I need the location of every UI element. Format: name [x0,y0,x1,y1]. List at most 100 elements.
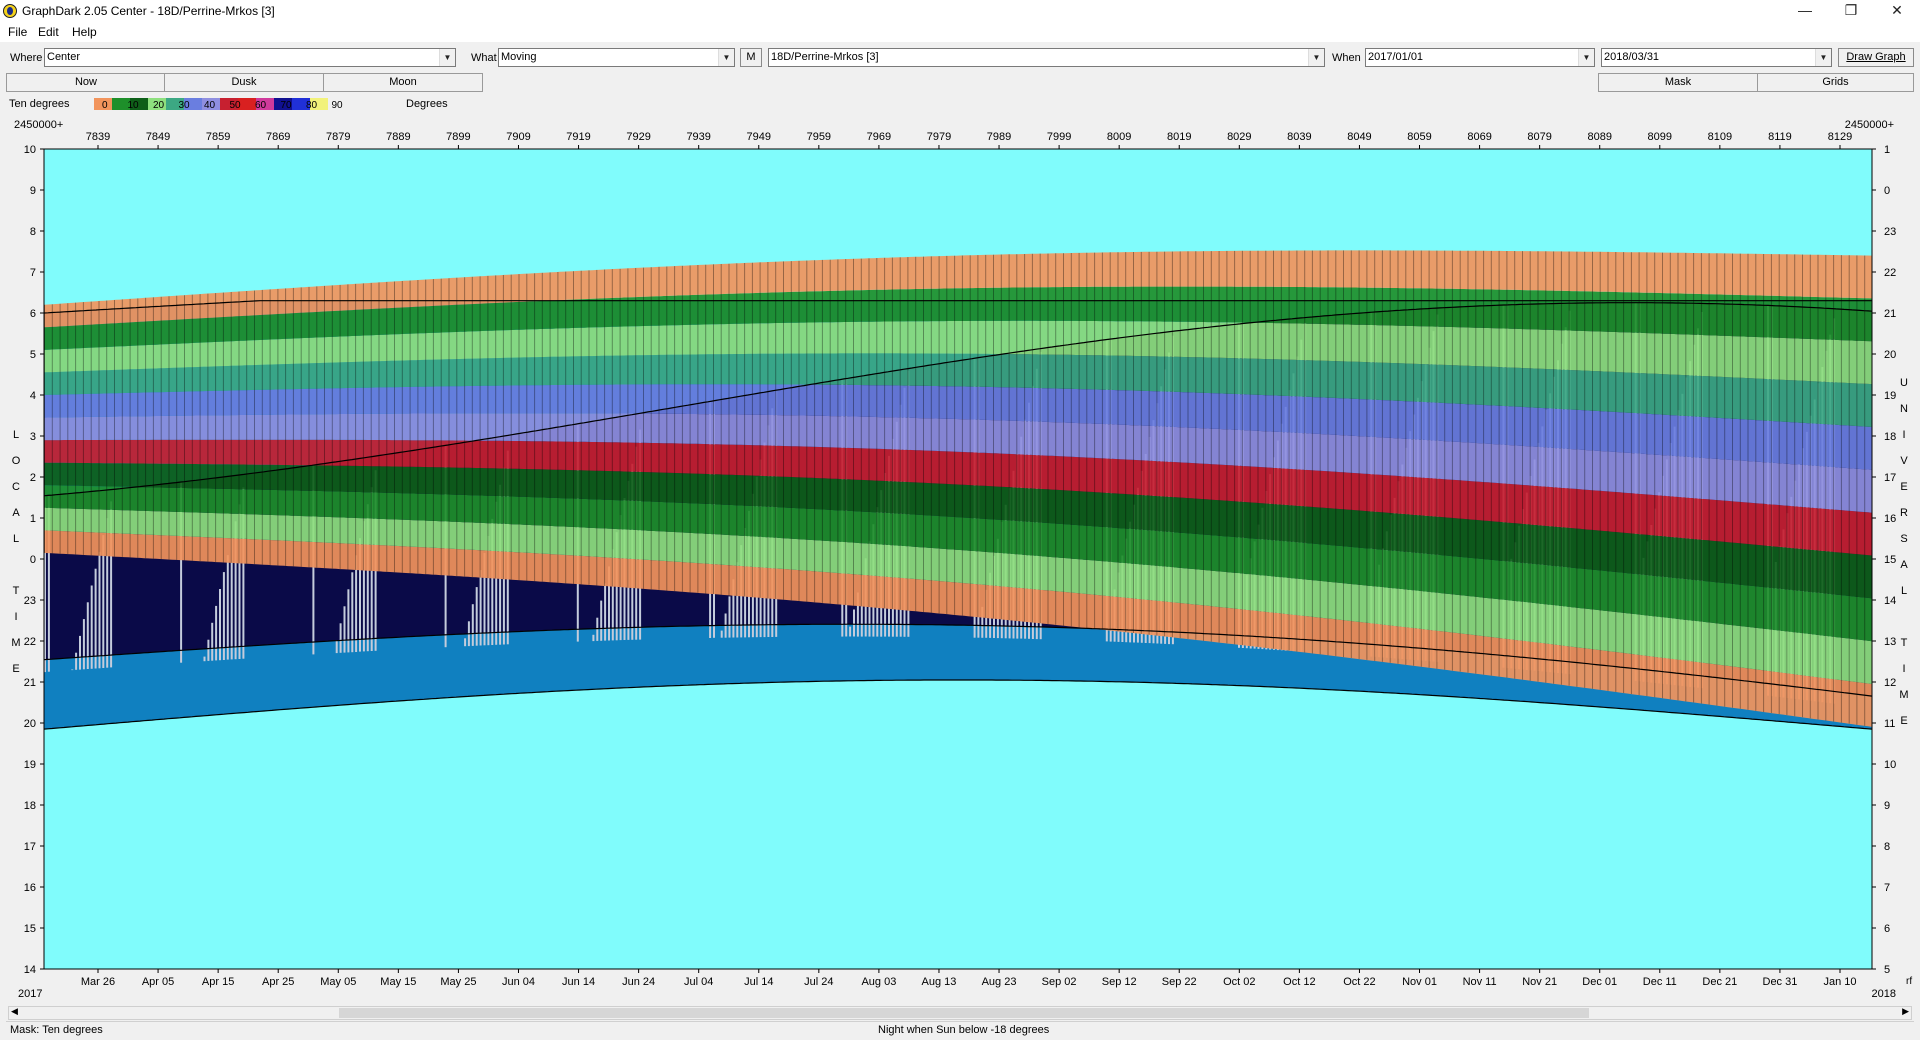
now-button[interactable]: Now [6,73,166,92]
chevron-down-icon[interactable]: ▼ [718,49,734,66]
moon-button[interactable]: Moon [323,73,483,92]
right-edge-label: rf [1906,976,1912,987]
band-stripe [1724,253,1726,707]
color-legend: Ten degrees 0 10 20 30 40 50 60 70 80 90 Degrees [6,96,1914,112]
date-tick-label: Jul 14 [744,976,773,988]
date-tick-label: Mar 26 [81,976,115,988]
dusk-button[interactable]: Dusk [164,73,324,92]
chevron-down-icon[interactable]: ▼ [1308,49,1324,66]
horizontal-scrollbar[interactable]: ◀ ▶ [8,1006,1912,1020]
legend-label: Ten degrees [9,98,70,110]
jd-tick-label: 7849 [146,131,170,143]
band-stripe [1490,250,1492,676]
jd-tick-label: 8099 [1648,131,1672,143]
start-date-value: 2017/01/01 [1368,51,1424,63]
band-stripe [1117,252,1119,632]
start-date-select[interactable]: 2017/01/01 ▼ [1365,48,1595,67]
band-stripe [269,289,271,565]
moon-stripe [596,617,599,641]
jd-tick-label: 7959 [807,131,831,143]
band-stripe [378,282,380,572]
band-stripe [215,293,217,562]
band-stripe [1662,252,1663,699]
band-stripe [666,266,668,591]
band-stripe [783,261,784,600]
year-left: 2017 [18,988,42,1000]
scroll-left-icon[interactable]: ◀ [11,1006,18,1017]
menu-edit[interactable]: Edit [38,25,59,39]
jd-tick-label: 8129 [1828,131,1852,143]
band-stripe [954,255,956,615]
band-stripe [1459,250,1461,672]
band-stripe [1397,250,1399,664]
minimize-button[interactable]: — [1782,0,1828,22]
band-stripe [300,287,302,567]
moon-stripe [720,630,723,638]
left-axis-title-letter: M [11,637,20,649]
grids-button[interactable]: Grids [1757,73,1914,92]
jd-tick-label: 8009 [1107,131,1131,143]
legend-tick: 30 [179,100,191,111]
band-stripe [168,296,170,560]
where-select[interactable]: Center ▼ [44,48,456,67]
close-button[interactable]: ✕ [1874,0,1920,22]
band-stripe [1210,251,1212,642]
band-stripe [1265,250,1267,648]
object-value: 18D/Perrine-Mrkos [3] [771,51,879,63]
ut-time-tick: 8 [1884,841,1890,853]
what-select[interactable]: Moving ▼ [498,48,735,67]
band-stripe [440,278,442,576]
band-stripe [1296,250,1298,652]
legend-tick: 70 [281,100,293,111]
mask-button[interactable]: Mask [1598,73,1758,92]
legend-swatch [238,98,256,110]
menu-help[interactable]: Help [72,25,97,39]
jd-tick-label: 7969 [867,131,891,143]
band-stripe [160,296,162,560]
date-tick-label: May 05 [320,976,356,988]
legend-tick: 90 [332,100,344,111]
band-stripe [1802,254,1803,718]
band-stripe [1498,250,1500,677]
visibility-chart: 2450000+ 2450000+ 2017 2018 rf 7839 7849 7… [11,119,1912,1000]
band-stripe [1607,251,1609,691]
menu-file[interactable]: File [8,25,27,39]
band-stripe [432,279,434,575]
scroll-thumb[interactable] [339,1008,1589,1018]
band-stripe [362,283,364,571]
m-button[interactable]: M [740,48,762,67]
local-time-tick: 19 [24,759,36,771]
band-stripe [238,291,240,564]
jd-tick-label: 7939 [686,131,710,143]
band-stripe [915,256,917,612]
band-stripe [370,282,372,571]
band-stripe [1856,255,1858,725]
local-time-tick: 16 [24,882,36,894]
left-axis-title-letter: L [13,533,19,545]
band-stripe [1366,250,1368,660]
band-stripe [1615,252,1617,692]
band-stripe [339,284,341,569]
ut-time-tick: 21 [1884,308,1896,320]
chevron-down-icon[interactable]: ▼ [1578,49,1594,66]
chevron-down-icon[interactable]: ▼ [1815,49,1831,66]
band-stripe [331,285,333,569]
band-stripe [1436,250,1438,669]
draw-graph-button[interactable]: Draw Graph [1838,48,1914,67]
band-stripe [292,287,294,567]
ut-time-tick: 7 [1884,882,1890,894]
object-select[interactable]: 18D/Perrine-Mrkos [3] ▼ [768,48,1325,67]
band-stripe [191,294,193,561]
local-time-tick: 8 [30,226,36,238]
scroll-right-icon[interactable]: ▶ [1902,1006,1909,1017]
maximize-button[interactable]: ❐ [1828,0,1874,22]
band-stripe [409,280,411,574]
end-date-select[interactable]: 2018/03/31 ▼ [1601,48,1832,67]
chevron-down-icon[interactable]: ▼ [439,49,455,66]
band-stripe [1623,252,1625,693]
band-stripe [658,266,660,590]
left-axis-title-letter: L [13,429,19,441]
band-stripe [853,258,854,606]
band-stripe [1638,252,1640,696]
date-tick-label: Dec 21 [1702,976,1737,988]
